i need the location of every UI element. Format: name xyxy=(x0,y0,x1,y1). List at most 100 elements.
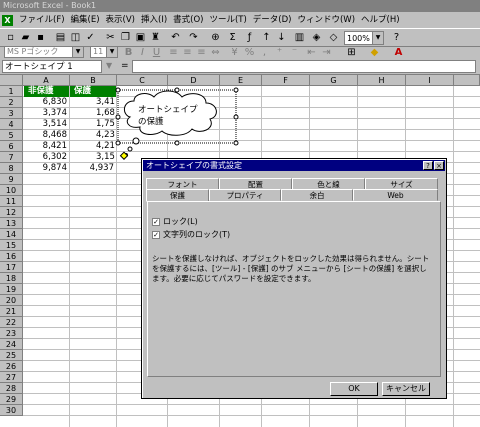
map-icon[interactable]: ◈ xyxy=(310,32,323,44)
help-button[interactable]: ? xyxy=(423,161,433,170)
undo-icon[interactable]: ↶ xyxy=(169,32,182,44)
sort-ascending-icon[interactable]: ↑ xyxy=(260,32,273,44)
row-header[interactable]: 19 xyxy=(0,284,23,295)
ok-button[interactable]: OK xyxy=(330,382,378,396)
lock-checkbox[interactable]: ✓ xyxy=(152,218,160,226)
print-preview-icon[interactable]: ◫ xyxy=(69,32,82,44)
spelling-icon[interactable]: ✓ xyxy=(84,32,97,44)
column-header-b[interactable]: B xyxy=(70,75,117,86)
cell-a6[interactable]: 8,421 xyxy=(24,141,69,152)
row-header[interactable]: 4 xyxy=(0,119,23,130)
column-header-d[interactable]: D xyxy=(168,75,220,86)
cell-a4[interactable]: 3,514 xyxy=(24,119,69,130)
tab-properties[interactable]: プロパティ xyxy=(209,189,281,201)
cell-b4[interactable]: 1,75 xyxy=(70,119,118,130)
chevron-down-icon[interactable]: ▼ xyxy=(372,32,383,44)
redo-icon[interactable]: ↷ xyxy=(187,32,200,44)
row-header[interactable]: 23 xyxy=(0,328,23,339)
close-button[interactable]: × xyxy=(434,161,444,170)
cell-a2[interactable]: 6,830 xyxy=(24,97,69,108)
row-header[interactable]: 20 xyxy=(0,295,23,306)
column-header-f[interactable]: F xyxy=(262,75,310,86)
row-header[interactable]: 16 xyxy=(0,251,23,262)
tab-web[interactable]: Web xyxy=(353,189,438,201)
row-header[interactable]: 25 xyxy=(0,350,23,361)
cell-a1[interactable]: 非保護 xyxy=(24,86,69,97)
row-header[interactable]: 12 xyxy=(0,207,23,218)
autosum-icon[interactable]: Σ xyxy=(226,32,239,44)
font-size-select[interactable]: 11 ▼ xyxy=(90,46,118,58)
menu-view[interactable]: 表示(V) xyxy=(103,12,138,28)
print-icon[interactable]: ▤ xyxy=(54,32,67,44)
name-box[interactable]: オートシェイプ 1 xyxy=(2,60,102,73)
row-header[interactable]: 22 xyxy=(0,317,23,328)
menu-data[interactable]: データ(D) xyxy=(250,12,295,28)
lock-text-checkbox[interactable]: ✓ xyxy=(152,231,160,239)
column-header-h[interactable]: H xyxy=(358,75,406,86)
paste-icon[interactable]: ▣ xyxy=(134,32,147,44)
dropdown-arrow-icon[interactable]: ▼ xyxy=(106,60,116,72)
new-icon[interactable]: ▫ xyxy=(4,32,17,44)
cell-b8[interactable]: 4,937 xyxy=(70,163,116,174)
cell-b7[interactable]: 3,15 xyxy=(70,152,118,163)
row-header[interactable]: 6 xyxy=(0,141,23,152)
row-header[interactable]: 26 xyxy=(0,361,23,372)
function-icon[interactable]: ƒ xyxy=(243,32,256,44)
cell-b1[interactable]: 保護 xyxy=(70,86,116,97)
font-select[interactable]: MS Pゴシック ▼ xyxy=(4,46,84,58)
cut-icon[interactable]: ✂ xyxy=(104,32,117,44)
cell-a3[interactable]: 3,374 xyxy=(24,108,69,119)
row-header[interactable]: 1 xyxy=(0,86,23,97)
menu-help[interactable]: ヘルプ(H) xyxy=(358,12,403,28)
chevron-down-icon[interactable]: ▼ xyxy=(106,47,117,57)
format-painter-icon[interactable]: ♜ xyxy=(149,32,162,44)
drawing-icon[interactable]: ◇ xyxy=(327,32,340,44)
help-icon[interactable]: ? xyxy=(390,32,403,44)
zoom-select[interactable]: 100% ▼ xyxy=(344,31,384,45)
column-header-a[interactable]: A xyxy=(23,75,70,86)
copy-icon[interactable]: ❐ xyxy=(119,32,132,44)
row-header[interactable]: 10 xyxy=(0,185,23,196)
column-header-c[interactable]: C xyxy=(117,75,168,86)
cell-b5[interactable]: 4,23 xyxy=(70,130,118,141)
cancel-button[interactable]: キャンセル xyxy=(382,382,430,396)
tab-margins[interactable]: 余白 xyxy=(281,189,353,201)
cell-b2[interactable]: 3,41 xyxy=(70,97,118,108)
row-header[interactable]: 2 xyxy=(0,97,23,108)
hyperlink-icon[interactable]: ⊕ xyxy=(209,32,222,44)
open-icon[interactable]: ▰ xyxy=(19,32,32,44)
menu-insert[interactable]: 挿入(I) xyxy=(138,12,170,28)
row-header[interactable]: 11 xyxy=(0,196,23,207)
row-header[interactable]: 30 xyxy=(0,405,23,416)
menu-tools[interactable]: ツール(T) xyxy=(206,12,249,28)
row-header[interactable]: 8 xyxy=(0,163,23,174)
cell-a7[interactable]: 6,302 xyxy=(24,152,69,163)
cell-a5[interactable]: 8,468 xyxy=(24,130,69,141)
menu-file[interactable]: ファイル(F) xyxy=(16,12,68,28)
row-header[interactable]: 14 xyxy=(0,229,23,240)
chart-wizard-icon[interactable]: ▥ xyxy=(293,32,306,44)
row-header[interactable]: 17 xyxy=(0,262,23,273)
cell-b6[interactable]: 4,21 xyxy=(70,141,118,152)
row-header[interactable]: 7 xyxy=(0,152,23,163)
row-header[interactable]: 5 xyxy=(0,130,23,141)
row-header[interactable]: 3 xyxy=(0,108,23,119)
row-header[interactable]: 9 xyxy=(0,174,23,185)
menu-window[interactable]: ウィンドウ(W) xyxy=(294,12,358,28)
chevron-down-icon[interactable]: ▼ xyxy=(72,47,83,57)
menu-format[interactable]: 書式(O) xyxy=(170,12,206,28)
row-header[interactable]: 24 xyxy=(0,339,23,350)
row-header[interactable]: 29 xyxy=(0,394,23,405)
row-header[interactable]: 15 xyxy=(0,240,23,251)
excel-app-icon[interactable]: X xyxy=(2,14,13,26)
save-icon[interactable]: ▪ xyxy=(34,32,47,44)
row-header[interactable]: 28 xyxy=(0,383,23,394)
column-header-j[interactable] xyxy=(454,75,480,86)
row-header[interactable]: 27 xyxy=(0,372,23,383)
sort-descending-icon[interactable]: ↓ xyxy=(275,32,288,44)
cell-b3[interactable]: 1,68 xyxy=(70,108,118,119)
column-header-g[interactable]: G xyxy=(310,75,358,86)
cell-a8[interactable]: 9,874 xyxy=(24,163,69,174)
column-header-i[interactable]: I xyxy=(406,75,454,86)
formula-input[interactable] xyxy=(132,60,476,73)
